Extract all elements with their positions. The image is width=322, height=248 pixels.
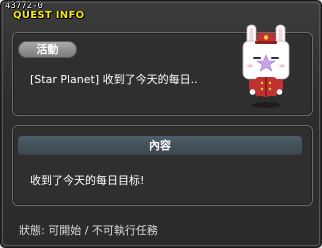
window-title: QUEST INFO [13,10,85,21]
quest-status: 狀態: 可開始 / 不可執行任務 [19,224,158,237]
quest-info-window: 43772-0 QUEST INFO 活動 [Star Planet] 收到了今… [0,0,322,248]
content-description: 收到了今天的每日目标! [30,174,145,187]
content-header: 內容 [18,136,302,155]
rabbit-bellhop-npc-icon [242,24,290,108]
content-panel: 內容 收到了今天的每日目标! [12,125,313,206]
activity-badge: 活動 [18,41,77,58]
activity-quest-name: [Star Planet] 收到了今天的每日.. [30,73,198,86]
